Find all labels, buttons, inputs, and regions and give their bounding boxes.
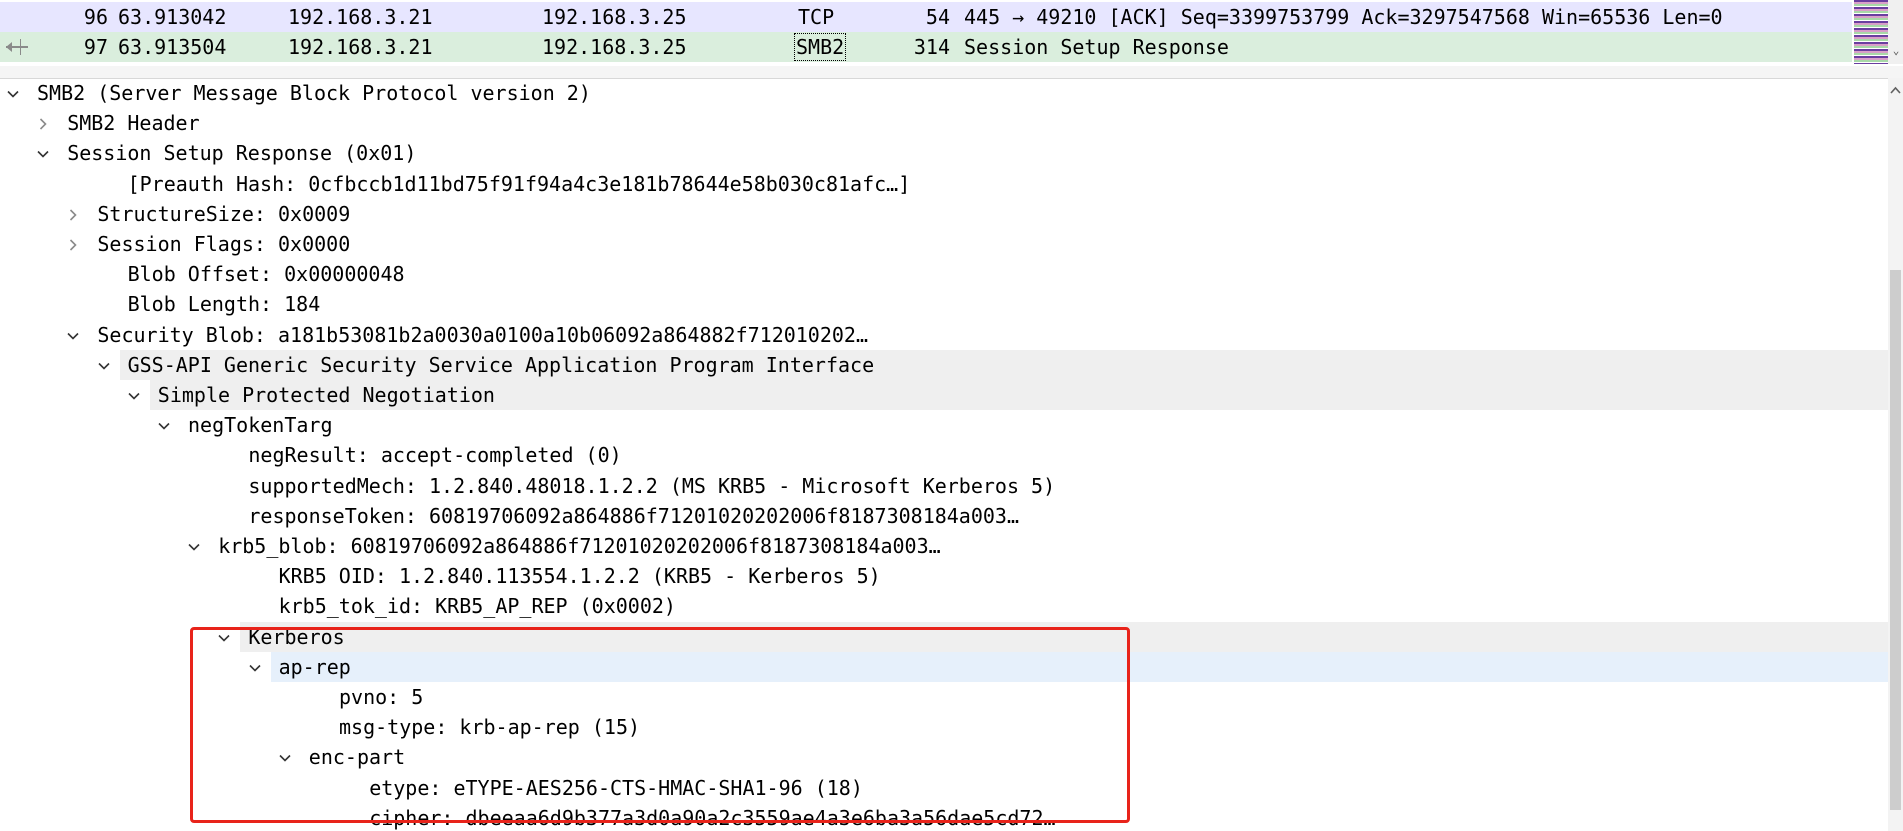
- packet-info: Session Setup Response: [964, 35, 1229, 59]
- packet-info: 445 → 49210 [ACK] Seq=3399753799 Ack=329…: [964, 5, 1723, 29]
- chevron-down-icon[interactable]: [32, 138, 54, 168]
- tree-node[interactable]: GSS-API Generic Security Service Applica…: [98, 349, 1888, 380]
- tree-node-label: krb5_tok_id: KRB5_AP_REP (0x0002): [278, 594, 676, 619]
- tree-node-label: supportedMech: 1.2.840.48018.1.2.2 (MS K…: [248, 473, 1056, 498]
- tree-node[interactable]: ap-rep: [249, 651, 1888, 682]
- packet-protocol: TCP: [798, 5, 835, 29]
- packet-details-tree: SMB2 (Server Message Block Protocol vers…: [0, 78, 1888, 831]
- tree-node-label: krb5_blob: 60819706092a864886f7120102020…: [218, 534, 941, 558]
- packet-minimap[interactable]: [1854, 0, 1888, 64]
- tree-node[interactable]: Blob Length: 184: [0, 289, 1888, 319]
- tree-node-label: negTokenTarg: [188, 413, 333, 438]
- tree-node[interactable]: Kerberos: [218, 621, 1888, 652]
- chevron-down-icon[interactable]: [123, 380, 145, 410]
- tree-node[interactable]: cipher: dbeeaa6d9b377a3d0a90a2c3559ae4a3…: [0, 803, 1888, 831]
- tree-node-label: enc-part: [308, 745, 406, 770]
- tree-node[interactable]: SMB2 (Server Message Block Protocol vers…: [0, 78, 1888, 108]
- tree-node-label: Session Setup Response (0x01): [67, 141, 417, 166]
- chevron-down-icon[interactable]: [2, 78, 24, 108]
- packet-number: 97: [83, 35, 108, 59]
- packet-list: 96 63.913042 192.168.3.21 192.168.3.25 T…: [0, 0, 1903, 67]
- packet-row-selected[interactable]: 97 63.913504 192.168.3.21 192.168.3.25 S…: [0, 32, 1852, 62]
- tree-node-label: Blob Length: 184: [127, 292, 321, 317]
- chevron-right-icon[interactable]: [62, 199, 84, 229]
- packet-row[interactable]: 96 63.913042 192.168.3.21 192.168.3.25 T…: [0, 2, 1852, 32]
- tree-node[interactable]: Simple Protected Negotiation: [128, 380, 1888, 410]
- packet-destination: 192.168.3.25: [542, 5, 687, 29]
- tree-node-label: ap-rep: [278, 654, 351, 679]
- tree-node-label: SMB2 Header: [67, 111, 200, 136]
- tree-node-label: [Preauth Hash: 0cfbccb1d11bd75f91f94a4c3…: [127, 171, 911, 196]
- tree-node-label: Session Flags: 0x0000: [97, 232, 351, 256]
- tree-node-label: etype: eTYPE-AES256-CTS-HMAC-SHA1-96 (18…: [369, 775, 863, 800]
- tree-node[interactable]: Security Blob: a181b53081b2a0030a0100a10…: [0, 320, 1888, 350]
- tree-node[interactable]: Session Flags: 0x0000: [0, 229, 1888, 259]
- tree-node[interactable]: [Preauth Hash: 0cfbccb1d11bd75f91f94a4c3…: [0, 169, 1888, 199]
- packet-source: 192.168.3.21: [288, 35, 433, 59]
- tree-node[interactable]: Session Setup Response (0x01): [0, 138, 1888, 168]
- tree-node-label: pvno: 5: [339, 685, 424, 709]
- packet-time: 63.913042: [118, 5, 227, 29]
- packet-source: 192.168.3.21: [288, 5, 433, 29]
- packet-number: 96: [83, 5, 108, 29]
- chevron-down-icon[interactable]: [244, 652, 266, 682]
- packet-destination: 192.168.3.25: [542, 35, 687, 59]
- tree-node-label: responseToken: 60819706092a864886f712010…: [248, 503, 1020, 528]
- chevron-down-icon[interactable]: [62, 320, 84, 350]
- tree-node[interactable]: msg-type: krb-ap-rep (15): [0, 712, 1888, 742]
- packet-length: 54: [925, 5, 950, 29]
- packet-protocol: SMB2: [793, 32, 847, 62]
- chevron-down-icon[interactable]: [183, 531, 205, 561]
- details-scrollbar-thumb[interactable]: [1890, 270, 1901, 810]
- tree-node-label: Security Blob: a181b53081b2a0030a0100a10…: [97, 322, 869, 347]
- tree-node-label: Simple Protected Negotiation: [157, 383, 495, 407]
- tree-node-label: Blob Offset: 0x00000048: [127, 262, 405, 287]
- chevron-down-icon[interactable]: [274, 742, 296, 772]
- tree-node[interactable]: negResult: accept-completed (0): [0, 440, 1888, 470]
- related-packet-arrow-icon: [6, 39, 28, 55]
- tree-node-label: cipher: dbeeaa6d9b377a3d0a90a2c3559ae4a3…: [369, 805, 1056, 830]
- tree-node[interactable]: supportedMech: 1.2.840.48018.1.2.2 (MS K…: [0, 471, 1888, 501]
- tree-node[interactable]: enc-part: [0, 742, 1888, 772]
- packet-length: 314: [913, 35, 950, 59]
- wireshark-window: 96 63.913042 192.168.3.21 192.168.3.25 T…: [0, 0, 1903, 831]
- tree-node-label: StructureSize: 0x0009: [97, 201, 351, 226]
- tree-node[interactable]: StructureSize: 0x0009: [0, 199, 1888, 229]
- tree-node[interactable]: pvno: 5: [0, 682, 1888, 712]
- chevron-up-icon[interactable]: [1889, 84, 1902, 96]
- chevron-down-icon[interactable]: [153, 410, 175, 440]
- tree-node[interactable]: krb5_blob: 60819706092a864886f7120102020…: [0, 531, 1888, 561]
- chevron-down-icon[interactable]: ⌄: [1890, 44, 1902, 58]
- tree-node[interactable]: SMB2 Header: [0, 108, 1888, 138]
- tree-node[interactable]: KRB5 OID: 1.2.840.113554.1.2.2 (KRB5 - K…: [0, 561, 1888, 591]
- tree-node[interactable]: krb5_tok_id: KRB5_AP_REP (0x0002): [0, 591, 1888, 621]
- tree-node-label: SMB2 (Server Message Block Protocol vers…: [37, 81, 591, 105]
- tree-node[interactable]: etype: eTYPE-AES256-CTS-HMAC-SHA1-96 (18…: [0, 773, 1888, 803]
- chevron-down-icon[interactable]: [93, 350, 115, 380]
- tree-node-label: negResult: accept-completed (0): [248, 443, 622, 468]
- tree-node-label: KRB5 OID: 1.2.840.113554.1.2.2 (KRB5 - K…: [278, 564, 881, 589]
- tree-node[interactable]: responseToken: 60819706092a864886f712010…: [0, 501, 1888, 531]
- chevron-down-icon[interactable]: [213, 622, 235, 652]
- tree-node[interactable]: negTokenTarg: [0, 410, 1888, 440]
- tree-node[interactable]: Blob Offset: 0x00000048: [0, 259, 1888, 289]
- chevron-right-icon[interactable]: [62, 229, 84, 259]
- tree-node-label: msg-type: krb-ap-rep (15): [339, 715, 641, 740]
- tree-node-label: GSS-API Generic Security Service Applica…: [127, 352, 875, 377]
- packet-time: 63.913504: [118, 35, 227, 59]
- tree-node-label: Kerberos: [248, 624, 345, 649]
- chevron-right-icon[interactable]: [32, 108, 54, 138]
